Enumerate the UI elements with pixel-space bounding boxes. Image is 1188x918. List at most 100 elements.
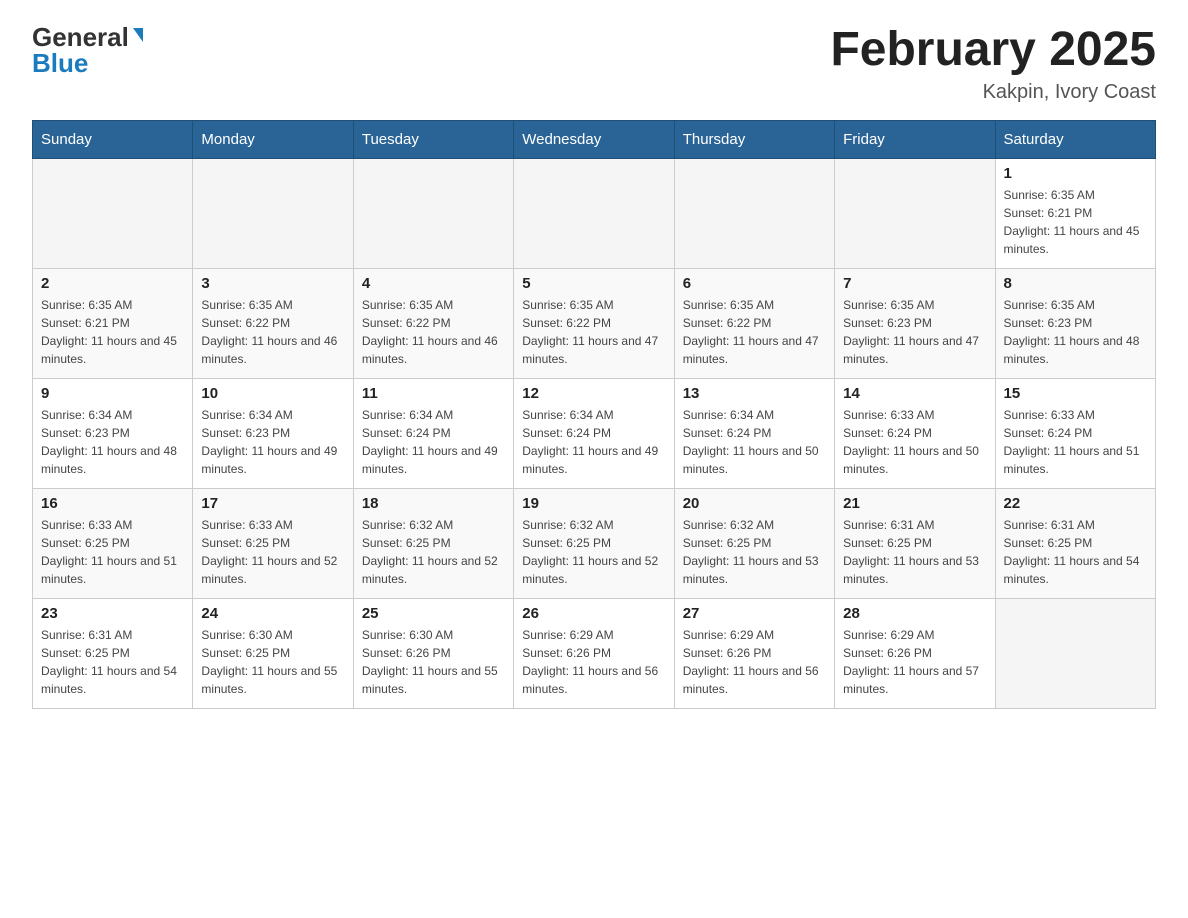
- day-number: 28: [843, 605, 986, 622]
- calendar-day-cell: 21 Sunrise: 6:31 AM Sunset: 6:25 PM Dayli…: [835, 488, 995, 598]
- calendar-table: SundayMondayTuesdayWednesdayThursdayFrid…: [32, 120, 1156, 709]
- calendar-day-cell: [995, 598, 1155, 708]
- day-info: Sunrise: 6:30 AM Sunset: 6:26 PM Dayligh…: [362, 626, 505, 698]
- day-info: Sunrise: 6:29 AM Sunset: 6:26 PM Dayligh…: [683, 626, 826, 698]
- calendar-day-cell: 4Sunrise: 6:35 AM Sunset: 6:22 PM Daylig…: [353, 268, 513, 378]
- calendar-week-row: 16 Sunrise: 6:33 AM Sunset: 6:25 PM Dayli…: [33, 488, 1156, 598]
- day-number: 21: [843, 495, 986, 512]
- day-info: Sunrise: 6:33 AM Sunset: 6:25 PM Dayligh…: [201, 516, 344, 588]
- calendar-header: SundayMondayTuesdayWednesdayThursdayFrid…: [33, 120, 1156, 158]
- day-number: 19: [522, 495, 665, 512]
- calendar-body: 1 Sunrise: 6:35 AM Sunset: 6:21 PM Daylig…: [33, 158, 1156, 708]
- day-number: 18: [362, 495, 505, 512]
- day-number: 26: [522, 605, 665, 622]
- calendar-day-cell: 3 Sunrise: 6:35 AM Sunset: 6:22 PM Daylig…: [193, 268, 353, 378]
- day-number: 8: [1004, 275, 1147, 292]
- page-header: General Blue February 2025 Kakpin, Ivory…: [32, 24, 1156, 104]
- day-of-week-header: Saturday: [995, 120, 1155, 158]
- day-info: Sunrise: 6:31 AM Sunset: 6:25 PM Dayligh…: [41, 626, 184, 698]
- day-number: 17: [201, 495, 344, 512]
- day-number: 3: [201, 275, 344, 292]
- day-info: Sunrise: 6:34 AM Sunset: 6:24 PM Dayligh…: [683, 406, 826, 478]
- calendar-day-cell: [835, 158, 995, 268]
- day-info: Sunrise: 6:32 AM Sunset: 6:25 PM Dayligh…: [522, 516, 665, 588]
- day-info: Sunrise: 6:29 AM Sunset: 6:26 PM Dayligh…: [522, 626, 665, 698]
- calendar-day-cell: [193, 158, 353, 268]
- calendar-day-cell: 20 Sunrise: 6:32 AM Sunset: 6:25 PM Dayli…: [674, 488, 834, 598]
- day-info: Sunrise: 6:35 AM Sunset: 6:22 PM Dayligh…: [683, 296, 826, 368]
- title-block: February 2025 Kakpin, Ivory Coast: [830, 24, 1156, 104]
- calendar-day-cell: 14 Sunrise: 6:33 AM Sunset: 6:24 PM Dayli…: [835, 378, 995, 488]
- day-number: 1: [1004, 165, 1147, 182]
- logo-triangle-icon: [133, 28, 143, 42]
- calendar-day-cell: 25Sunrise: 6:30 AM Sunset: 6:26 PM Dayli…: [353, 598, 513, 708]
- day-info: Sunrise: 6:29 AM Sunset: 6:26 PM Dayligh…: [843, 626, 986, 698]
- day-number: 7: [843, 275, 986, 292]
- day-of-week-header: Sunday: [33, 120, 193, 158]
- calendar-week-row: 1Sunrise: 6:35 AM Sunset: 6:21 PM Daylig…: [33, 158, 1156, 268]
- day-number: 15: [1004, 385, 1147, 402]
- location-title: Kakpin, Ivory Coast: [830, 81, 1156, 104]
- calendar-day-cell: 18Sunrise: 6:32 AM Sunset: 6:25 PM Dayli…: [353, 488, 513, 598]
- day-info: Sunrise: 6:33 AM Sunset: 6:24 PM Dayligh…: [1004, 406, 1147, 478]
- day-of-week-header: Tuesday: [353, 120, 513, 158]
- calendar-week-row: 9Sunrise: 6:34 AM Sunset: 6:23 PM Daylig…: [33, 378, 1156, 488]
- calendar-day-cell: 2Sunrise: 6:35 AM Sunset: 6:21 PM Daylig…: [33, 268, 193, 378]
- day-number: 14: [843, 385, 986, 402]
- calendar-day-cell: 27 Sunrise: 6:29 AM Sunset: 6:26 PM Dayli…: [674, 598, 834, 708]
- calendar-day-cell: [674, 158, 834, 268]
- logo-general-text: General: [32, 24, 129, 50]
- calendar-day-cell: 22Sunrise: 6:31 AM Sunset: 6:25 PM Dayli…: [995, 488, 1155, 598]
- day-number: 5: [522, 275, 665, 292]
- calendar-day-cell: 11 Sunrise: 6:34 AM Sunset: 6:24 PM Dayli…: [353, 378, 513, 488]
- calendar-day-cell: 26 Sunrise: 6:29 AM Sunset: 6:26 PM Dayli…: [514, 598, 674, 708]
- calendar-day-cell: 23 Sunrise: 6:31 AM Sunset: 6:25 PM Dayli…: [33, 598, 193, 708]
- day-of-week-header: Friday: [835, 120, 995, 158]
- calendar-day-cell: 28 Sunrise: 6:29 AM Sunset: 6:26 PM Dayli…: [835, 598, 995, 708]
- day-number: 11: [362, 385, 505, 402]
- day-info: Sunrise: 6:33 AM Sunset: 6:25 PM Dayligh…: [41, 516, 184, 588]
- logo-blue-text: Blue: [32, 50, 88, 76]
- day-info: Sunrise: 6:34 AM Sunset: 6:24 PM Dayligh…: [362, 406, 505, 478]
- day-info: Sunrise: 6:34 AM Sunset: 6:23 PM Dayligh…: [201, 406, 344, 478]
- calendar-day-cell: 10 Sunrise: 6:34 AM Sunset: 6:23 PM Dayli…: [193, 378, 353, 488]
- calendar-day-cell: [514, 158, 674, 268]
- day-info: Sunrise: 6:35 AM Sunset: 6:22 PM Dayligh…: [522, 296, 665, 368]
- day-number: 6: [683, 275, 826, 292]
- calendar-day-cell: 15 Sunrise: 6:33 AM Sunset: 6:24 PM Dayli…: [995, 378, 1155, 488]
- calendar-day-cell: 7 Sunrise: 6:35 AM Sunset: 6:23 PM Daylig…: [835, 268, 995, 378]
- day-info: Sunrise: 6:34 AM Sunset: 6:23 PM Dayligh…: [41, 406, 184, 478]
- calendar-day-cell: 24 Sunrise: 6:30 AM Sunset: 6:25 PM Dayli…: [193, 598, 353, 708]
- day-info: Sunrise: 6:30 AM Sunset: 6:25 PM Dayligh…: [201, 626, 344, 698]
- day-number: 10: [201, 385, 344, 402]
- calendar-day-cell: 9Sunrise: 6:34 AM Sunset: 6:23 PM Daylig…: [33, 378, 193, 488]
- calendar-day-cell: 13 Sunrise: 6:34 AM Sunset: 6:24 PM Dayli…: [674, 378, 834, 488]
- day-of-week-header: Wednesday: [514, 120, 674, 158]
- days-of-week-row: SundayMondayTuesdayWednesdayThursdayFrid…: [33, 120, 1156, 158]
- day-info: Sunrise: 6:35 AM Sunset: 6:22 PM Dayligh…: [201, 296, 344, 368]
- day-number: 13: [683, 385, 826, 402]
- day-of-week-header: Monday: [193, 120, 353, 158]
- calendar-day-cell: [353, 158, 513, 268]
- calendar-day-cell: 1Sunrise: 6:35 AM Sunset: 6:21 PM Daylig…: [995, 158, 1155, 268]
- day-number: 24: [201, 605, 344, 622]
- day-number: 23: [41, 605, 184, 622]
- day-info: Sunrise: 6:32 AM Sunset: 6:25 PM Dayligh…: [683, 516, 826, 588]
- calendar-day-cell: 19 Sunrise: 6:32 AM Sunset: 6:25 PM Dayli…: [514, 488, 674, 598]
- day-number: 20: [683, 495, 826, 512]
- day-info: Sunrise: 6:31 AM Sunset: 6:25 PM Dayligh…: [843, 516, 986, 588]
- day-number: 16: [41, 495, 184, 512]
- calendar-day-cell: 12Sunrise: 6:34 AM Sunset: 6:24 PM Dayli…: [514, 378, 674, 488]
- day-info: Sunrise: 6:34 AM Sunset: 6:24 PM Dayligh…: [522, 406, 665, 478]
- calendar-day-cell: 16 Sunrise: 6:33 AM Sunset: 6:25 PM Dayli…: [33, 488, 193, 598]
- calendar-week-row: 2Sunrise: 6:35 AM Sunset: 6:21 PM Daylig…: [33, 268, 1156, 378]
- calendar-day-cell: 17 Sunrise: 6:33 AM Sunset: 6:25 PM Dayli…: [193, 488, 353, 598]
- day-info: Sunrise: 6:33 AM Sunset: 6:24 PM Dayligh…: [843, 406, 986, 478]
- day-info: Sunrise: 6:35 AM Sunset: 6:23 PM Dayligh…: [843, 296, 986, 368]
- calendar-day-cell: [33, 158, 193, 268]
- day-number: 27: [683, 605, 826, 622]
- calendar-day-cell: 5 Sunrise: 6:35 AM Sunset: 6:22 PM Daylig…: [514, 268, 674, 378]
- day-info: Sunrise: 6:35 AM Sunset: 6:21 PM Dayligh…: [41, 296, 184, 368]
- month-title: February 2025: [830, 24, 1156, 77]
- day-info: Sunrise: 6:35 AM Sunset: 6:23 PM Dayligh…: [1004, 296, 1147, 368]
